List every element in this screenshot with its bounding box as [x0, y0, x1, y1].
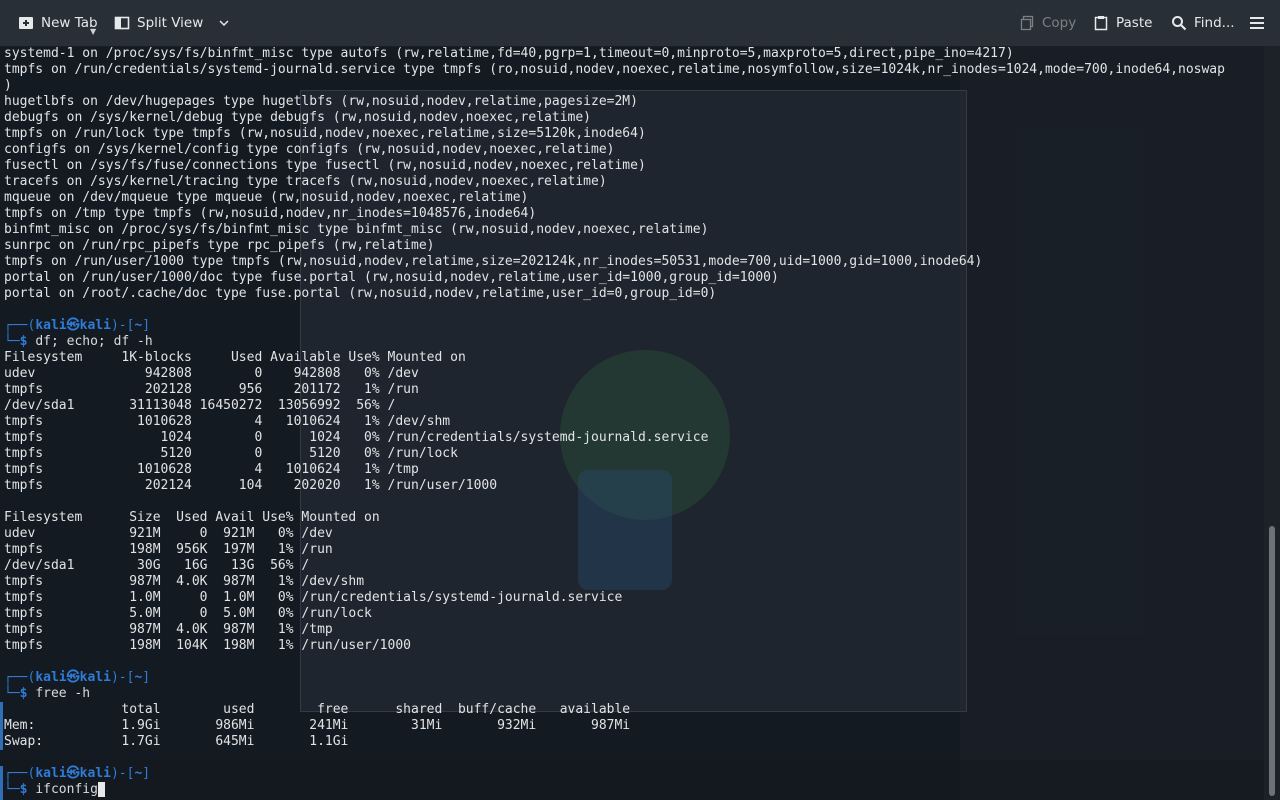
command-text: free -h [35, 686, 91, 701]
split-view-icon [114, 16, 130, 30]
terminal-output[interactable]: systemd-1 on /proc/sys/fs/binfmt_misc ty… [0, 46, 1264, 800]
output-line: portal on /root/.cache/doc type fuse.por… [4, 286, 717, 301]
terminal-toolbar: New Tab ▼ Split View Copy Paste Find... [0, 0, 1280, 47]
output-line: tmpfs on /tmp type tmpfs (rw,nosuid,node… [4, 206, 537, 221]
output-line: tmpfs 1.0M 0 1.0M 0% /run/credentials/sy… [4, 590, 623, 605]
output-line: binfmt_misc on /proc/sys/fs/binfmt_misc … [4, 222, 709, 237]
prompt-line: ┌──(kali㉿kali)-[~] [4, 318, 151, 333]
chevron-down-icon [219, 20, 229, 27]
new-tab-menu-arrow-icon[interactable]: ▼ [90, 27, 96, 36]
output-line: debugfs on /sys/kernel/debug type debugf… [4, 110, 591, 125]
output-line: hugetlbfs on /dev/hugepages type hugetlb… [4, 94, 638, 109]
command-marker [0, 766, 3, 800]
paste-button[interactable]: Paste [1093, 0, 1152, 46]
prompt-host: kali [79, 318, 111, 333]
paste-icon [1094, 16, 1108, 31]
output-line: Swap: 1.7Gi 645Mi 1.1Gi [4, 734, 349, 749]
hamburger-menu-button[interactable] [1249, 0, 1265, 46]
output-line: tmpfs 5.0M 0 5.0M 0% /run/lock [4, 606, 372, 621]
output-line: ) [4, 78, 12, 93]
output-line: total used free shared buff/cache availa… [4, 702, 631, 717]
output-line: fusectl on /sys/fs/fuse/connections type… [4, 158, 646, 173]
prompt-user: kali [35, 670, 67, 685]
output-line: systemd-1 on /proc/sys/fs/binfmt_misc ty… [4, 46, 1014, 61]
output-line: Filesystem 1K-blocks Used Available Use%… [4, 350, 466, 365]
new-tab-icon [19, 17, 33, 29]
output-line: tmpfs 1010628 4 1010624 1% /tmp [4, 462, 419, 477]
scrollbar-thumb[interactable] [1269, 526, 1275, 796]
output-line: tmpfs 202124 104 202020 1% /run/user/100… [4, 478, 498, 493]
output-line: tmpfs on /run/lock type tmpfs (rw,nosuid… [4, 126, 646, 141]
output-line: tmpfs 5120 0 5120 0% /run/lock [4, 446, 458, 461]
output-line: tmpfs 198M 956K 197M 1% /run [4, 542, 333, 557]
copy-button[interactable]: Copy [1019, 0, 1076, 46]
copy-icon [1020, 15, 1034, 31]
output-line: tracefs on /sys/kernel/tracing type trac… [4, 174, 607, 189]
output-line: tmpfs 1010628 4 1010624 1% /dev/shm [4, 414, 451, 429]
output-line: tmpfs 198M 104K 198M 1% /run/user/1000 [4, 638, 411, 653]
command-line: └─$ free -h [4, 686, 91, 701]
output-line: tmpfs on /run/user/1000 type tmpfs (rw,n… [4, 254, 983, 269]
hamburger-menu-icon [1250, 17, 1264, 29]
text-cursor [97, 782, 105, 797]
command-input-line[interactable]: └─$ ifconfig [4, 782, 105, 798]
output-line: configfs on /sys/kernel/config type conf… [4, 142, 615, 157]
command-input-text: ifconfig [35, 782, 98, 797]
output-line: Mem: 1.9Gi 986Mi 241Mi 31Mi 932Mi 987Mi [4, 718, 631, 733]
copy-label: Copy [1042, 15, 1077, 31]
command-marker [0, 702, 3, 750]
search-icon [1172, 16, 1187, 31]
output-line: tmpfs 987M 4.0K 987M 1% /dev/shm [4, 574, 365, 589]
new-tab-button[interactable]: New Tab [18, 0, 98, 46]
split-view-button[interactable]: Split View [114, 0, 230, 46]
output-line: udev 921M 0 921M 0% /dev [4, 526, 333, 541]
output-line: tmpfs 202128 956 201172 1% /run [4, 382, 419, 397]
output-line: mqueue on /dev/mqueue type mqueue (rw,no… [4, 190, 529, 205]
prompt-line: ┌──(kali㉿kali)-[~] [4, 670, 151, 685]
output-line: udev 942808 0 942808 0% /dev [4, 366, 419, 381]
find-label: Find... [1194, 15, 1235, 31]
output-line: tmpfs 1024 0 1024 0% /run/credentials/sy… [4, 430, 709, 445]
output-line: tmpfs 987M 4.0K 987M 1% /tmp [4, 622, 333, 637]
command-text: df; echo; df -h [35, 334, 153, 349]
output-line: portal on /run/user/1000/doc type fuse.p… [4, 270, 779, 285]
prompt-user: kali [35, 766, 67, 781]
command-line: └─$ df; echo; df -h [4, 334, 153, 349]
split-view-label: Split View [137, 15, 204, 31]
prompt-host: kali [79, 766, 111, 781]
output-line: tmpfs on /run/credentials/systemd-journa… [4, 62, 1225, 77]
output-line: /dev/sda1 31113048 16450272 13056992 56%… [4, 398, 396, 413]
prompt-line: ┌──(kali㉿kali)-[~] [4, 766, 151, 781]
find-button[interactable]: Find... [1171, 0, 1235, 46]
prompt-user: kali [35, 318, 67, 333]
terminal-scrollbar[interactable] [1264, 46, 1280, 800]
paste-label: Paste [1116, 15, 1153, 31]
prompt-host: kali [79, 670, 111, 685]
output-line: Filesystem Size Used Avail Use% Mounted … [4, 510, 380, 525]
output-line: sunrpc on /run/rpc_pipefs type rpc_pipef… [4, 238, 435, 253]
output-line: /dev/sda1 30G 16G 13G 56% / [4, 558, 310, 573]
